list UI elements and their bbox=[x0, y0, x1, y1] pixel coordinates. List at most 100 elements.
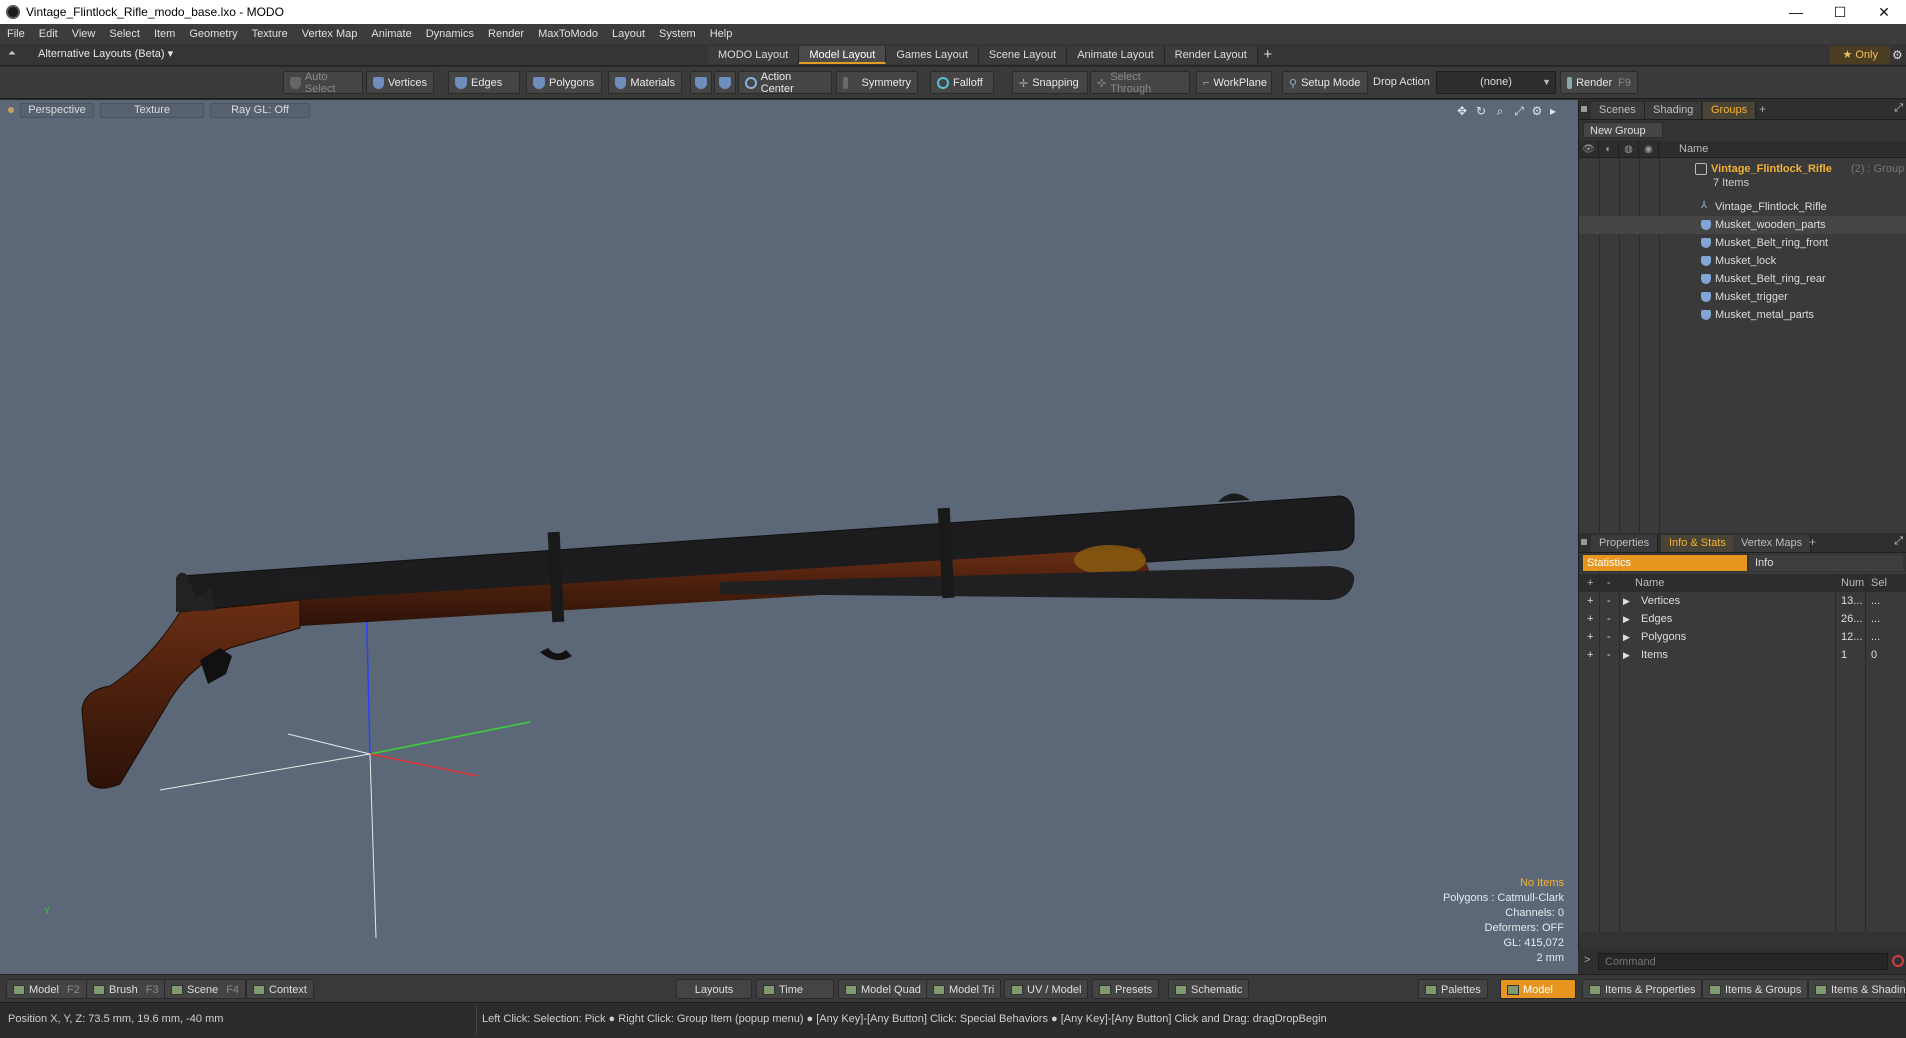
tab-properties[interactable]: Properties bbox=[1591, 535, 1659, 552]
uv-model-button[interactable]: UV / Model bbox=[1004, 979, 1089, 999]
snapping-button[interactable]: ✛ Snapping bbox=[1012, 71, 1088, 94]
group-row[interactable]: Vintage_Flintlock_Rifle (2) : Group 7 It… bbox=[1579, 160, 1906, 196]
vertices-button[interactable]: Vertices bbox=[366, 71, 434, 94]
lock-column-icon[interactable]: ◍ bbox=[1619, 141, 1639, 158]
symmetry-button[interactable]: Symmetry bbox=[836, 71, 918, 94]
render-button[interactable]: Render F9 bbox=[1560, 71, 1638, 94]
menu-system[interactable]: System bbox=[652, 28, 703, 40]
plus-icon[interactable]: + bbox=[1587, 592, 1593, 610]
time-button[interactable]: Time bbox=[756, 979, 834, 999]
auto-select-button[interactable]: Auto Select bbox=[283, 71, 363, 95]
setup-mode-button[interactable]: ⚲ Setup Mode bbox=[1282, 71, 1368, 94]
menu-maxtomodo[interactable]: MaxToModo bbox=[531, 28, 605, 40]
presets-button[interactable]: Presets bbox=[1092, 979, 1160, 999]
expand-arrow-icon[interactable]: ▶ bbox=[1623, 628, 1630, 646]
list-item[interactable]: Musket_lock bbox=[1579, 252, 1906, 270]
table-row[interactable]: + - ▶ Vertices 13... ... bbox=[1579, 592, 1906, 610]
brush-mode-button[interactable]: Brush F3 bbox=[86, 979, 166, 999]
select-through-button[interactable]: ✜ Select Through bbox=[1090, 71, 1190, 95]
add-tab-button[interactable]: + bbox=[1809, 535, 1816, 549]
3d-viewport[interactable]: Perspective Texture Ray GL: Off ✥ ↻ ⌕ ⤢ … bbox=[0, 100, 1578, 974]
expand-panel-icon[interactable]: ⤢ bbox=[1894, 535, 1903, 548]
command-input[interactable] bbox=[1598, 953, 1888, 970]
panel-menu-icon[interactable] bbox=[1581, 539, 1587, 545]
menu-texture[interactable]: Texture bbox=[245, 28, 295, 40]
add-layout-button[interactable]: + bbox=[1258, 46, 1278, 64]
schematic-button[interactable]: Schematic bbox=[1168, 979, 1250, 999]
select-mode-a-button[interactable] bbox=[690, 71, 712, 94]
tab-vertex-maps[interactable]: Vertex Maps bbox=[1733, 535, 1812, 552]
tab-groups[interactable]: Groups bbox=[1703, 102, 1757, 119]
tab-modo-layout[interactable]: MODO Layout bbox=[708, 46, 800, 64]
palettes-button[interactable]: Palettes bbox=[1418, 979, 1488, 999]
list-item[interactable]: ⅄ Vintage_Flintlock_Rifle bbox=[1579, 198, 1906, 216]
table-row[interactable]: + - ▶ Edges 26... ... bbox=[1579, 610, 1906, 628]
items-groups-button[interactable]: Items & Groups bbox=[1702, 979, 1809, 999]
tab-info-stats[interactable]: Info & Stats bbox=[1661, 535, 1735, 552]
context-button[interactable]: Context bbox=[246, 979, 314, 999]
tab-scenes[interactable]: Scenes bbox=[1591, 102, 1645, 119]
new-group-button[interactable]: New Group bbox=[1583, 122, 1663, 138]
minus-icon[interactable]: - bbox=[1607, 628, 1611, 646]
maximize-button[interactable]: ☐ bbox=[1818, 0, 1862, 24]
scene-mode-button[interactable]: Scene F4 bbox=[164, 979, 247, 999]
plus-icon[interactable]: + bbox=[1587, 646, 1593, 664]
list-item[interactable]: Musket_trigger bbox=[1579, 288, 1906, 306]
menu-view[interactable]: View bbox=[65, 28, 103, 40]
render-column-icon[interactable]: ◐ bbox=[1599, 141, 1619, 158]
minus-icon[interactable]: - bbox=[1607, 646, 1611, 664]
workplane-button[interactable]: ⌐ WorkPlane bbox=[1196, 71, 1272, 94]
menu-geometry[interactable]: Geometry bbox=[182, 28, 244, 40]
minus-icon[interactable]: - bbox=[1607, 610, 1611, 628]
collapse-all-header[interactable]: - bbox=[1607, 574, 1611, 592]
tab-animate-layout[interactable]: Animate Layout bbox=[1067, 46, 1165, 64]
materials-button[interactable]: Materials bbox=[608, 71, 682, 94]
tab-games-layout[interactable]: Games Layout bbox=[886, 46, 979, 64]
edges-button[interactable]: Edges bbox=[448, 71, 520, 94]
select-column-icon[interactable]: ◉ bbox=[1639, 141, 1659, 158]
close-button[interactable]: ✕ bbox=[1862, 0, 1906, 24]
menu-edit[interactable]: Edit bbox=[32, 28, 65, 40]
menu-file[interactable]: File bbox=[0, 28, 32, 40]
tab-scene-layout[interactable]: Scene Layout bbox=[978, 46, 1068, 64]
subtab-info[interactable]: Info bbox=[1749, 555, 1903, 571]
menu-animate[interactable]: Animate bbox=[364, 28, 418, 40]
minimize-button[interactable]: — bbox=[1774, 0, 1818, 24]
alternative-layouts-dropdown[interactable]: Alternative Layouts (Beta) ▾ bbox=[38, 47, 173, 60]
rifle-model[interactable] bbox=[81, 493, 1355, 789]
items-properties-button[interactable]: Items & Properties bbox=[1582, 979, 1703, 999]
tab-render-layout[interactable]: Render Layout bbox=[1164, 46, 1258, 64]
action-center-button[interactable]: Action Center bbox=[738, 71, 832, 95]
table-row[interactable]: + - ▶ Polygons 12... ... bbox=[1579, 628, 1906, 646]
plus-icon[interactable]: + bbox=[1587, 628, 1593, 646]
model-layout-button[interactable]: Model bbox=[1500, 979, 1576, 999]
gear-icon[interactable]: ⚙ bbox=[1892, 46, 1906, 64]
polygons-button[interactable]: Polygons bbox=[526, 71, 602, 94]
menu-help[interactable]: Help bbox=[703, 28, 740, 40]
minus-icon[interactable]: - bbox=[1607, 592, 1611, 610]
tab-shading[interactable]: Shading bbox=[1645, 102, 1703, 119]
select-mode-b-button[interactable] bbox=[714, 71, 736, 94]
table-row[interactable]: + - ▶ Items 1 0 bbox=[1579, 646, 1906, 664]
list-item[interactable]: Musket_metal_parts bbox=[1579, 306, 1906, 324]
falloff-button[interactable]: Falloff bbox=[930, 71, 994, 94]
expand-arrow-icon[interactable]: ▶ bbox=[1623, 646, 1630, 664]
expand-arrow-icon[interactable]: ▶ bbox=[1623, 610, 1630, 628]
only-toggle[interactable]: ★ Only bbox=[1830, 46, 1890, 64]
menu-item[interactable]: Item bbox=[147, 28, 182, 40]
layouts-button[interactable]: Layouts bbox=[676, 979, 752, 999]
menu-dynamics[interactable]: Dynamics bbox=[419, 28, 481, 40]
add-tab-button[interactable]: + bbox=[1759, 102, 1766, 116]
expand-panel-icon[interactable]: ⤢ bbox=[1894, 102, 1903, 115]
list-item[interactable]: Musket_wooden_parts bbox=[1579, 216, 1906, 234]
menu-select[interactable]: Select bbox=[102, 28, 147, 40]
subtab-statistics[interactable]: Statistics bbox=[1583, 555, 1747, 571]
model-mode-button[interactable]: Model F2 bbox=[6, 979, 87, 999]
model-tri-button[interactable]: Model Tri bbox=[926, 979, 1002, 999]
visibility-column-icon[interactable]: 👁 bbox=[1579, 141, 1599, 158]
model-quad-button[interactable]: Model Quad bbox=[838, 979, 928, 999]
stop-command-icon[interactable] bbox=[1892, 955, 1904, 967]
items-shading-button[interactable]: Items & Shading bbox=[1808, 979, 1906, 999]
menu-vertex-map[interactable]: Vertex Map bbox=[295, 28, 365, 40]
tab-model-layout[interactable]: Model Layout bbox=[799, 46, 887, 64]
